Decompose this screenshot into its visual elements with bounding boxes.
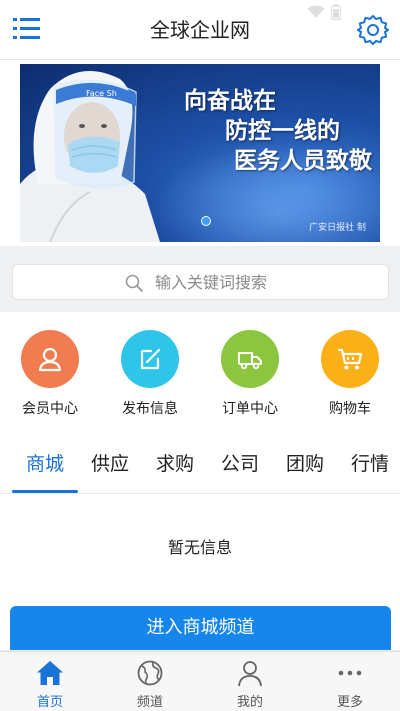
- tab-supply[interactable]: 供应: [80, 450, 140, 494]
- banner-section: Face Sh 向奋战在 防控一线的 医务人员致敬 广安日报社 制: [0, 60, 400, 246]
- page-title: 全球企业网: [150, 18, 250, 42]
- top-bar: 9:54 全球企业网: [0, 0, 400, 60]
- nav-item-more[interactable]: 更多: [300, 652, 400, 711]
- nav-label: 首页: [36, 695, 63, 710]
- search-input[interactable]: 输入关键词搜索: [12, 264, 389, 300]
- bottom-navigation: 首页 频道 我的 更多: [0, 651, 400, 711]
- search-placeholder: 输入关键词搜索: [155, 273, 268, 292]
- tab-mall[interactable]: 商城: [12, 450, 78, 494]
- tab-purchase[interactable]: 求购: [145, 450, 205, 494]
- carousel-indicator-dot[interactable]: [201, 216, 211, 226]
- nav-item-channel[interactable]: 频道: [100, 652, 200, 711]
- user-icon: [238, 661, 262, 687]
- more-icon: [338, 670, 362, 676]
- banner-credit: 广安日报社 制: [309, 223, 366, 233]
- face-shield-label: Face Sh: [86, 89, 117, 98]
- gear-icon[interactable]: [356, 13, 390, 47]
- member-center-button[interactable]: 会员中心: [0, 330, 100, 418]
- medical-worker-illustration: Face Sh: [20, 71, 160, 242]
- quick-action-label: 购物车: [329, 401, 371, 417]
- search-section: 输入关键词搜索: [0, 246, 400, 312]
- quick-action-label: 发布信息: [122, 401, 178, 417]
- nav-label: 频道: [136, 695, 163, 710]
- nav-label: 更多: [336, 695, 363, 710]
- edit-icon: [121, 330, 179, 388]
- cart-icon: [321, 330, 379, 388]
- nav-item-mine[interactable]: 我的: [200, 652, 300, 711]
- enter-mall-button[interactable]: 进入商城频道: [10, 606, 391, 650]
- post-info-button[interactable]: 发布信息: [100, 330, 200, 418]
- tab-content: 暂无信息 进入商城频道: [0, 494, 400, 650]
- active-tab-indicator: [12, 490, 78, 493]
- globe-icon: [137, 660, 163, 686]
- quick-action-label: 订单中心: [222, 401, 278, 417]
- banner-headline: 向奋战在 防控一线的 医务人员致敬: [152, 86, 372, 176]
- banner-headline-line: 向奋战在: [184, 87, 276, 114]
- search-icon: [125, 274, 143, 292]
- quick-actions: 会员中心 发布信息 订单中心 购物车: [0, 312, 400, 440]
- banner-carousel[interactable]: Face Sh 向奋战在 防控一线的 医务人员致敬 广安日报社 制: [20, 64, 380, 242]
- truck-icon: [221, 330, 279, 388]
- nav-label: 我的: [236, 695, 263, 710]
- cart-button[interactable]: 购物车: [300, 330, 400, 418]
- quick-action-label: 会员中心: [22, 401, 78, 417]
- app-screen: 9:54 全球企业网 Face Sh 向奋战在 防控一线的 医务人员致敬 广安日…: [0, 0, 400, 711]
- home-icon: [37, 661, 63, 685]
- member-icon: [21, 330, 79, 388]
- tab-market[interactable]: 行情: [340, 450, 400, 494]
- tab-group-buy[interactable]: 团购: [275, 450, 335, 494]
- banner-headline-line: 医务人员致敬: [234, 147, 372, 174]
- empty-state-text: 暂无信息: [167, 538, 232, 557]
- banner-headline-line: 防控一线的: [225, 117, 340, 144]
- nav-item-home[interactable]: 首页: [0, 652, 100, 711]
- category-tabs: 商城 供应 求购 公司 团购 行情: [0, 440, 400, 494]
- tab-company[interactable]: 公司: [210, 450, 270, 494]
- order-center-button[interactable]: 订单中心: [200, 330, 300, 418]
